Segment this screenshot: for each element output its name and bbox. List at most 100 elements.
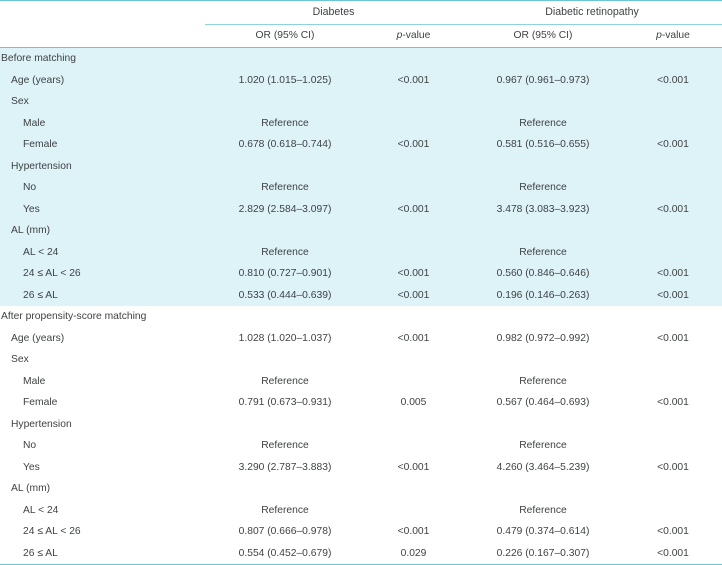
table-row: 24 ≤ AL < 26 0.807 (0.666–0.978) <0.001 0.4… (0, 521, 722, 543)
row-label: Sex (0, 91, 205, 113)
column-header-pvalue-retinopathy: p-value (624, 24, 722, 48)
column-header-pvalue-diabetes: p-value (365, 24, 462, 48)
cell-pvalue-retinopathy (624, 47, 722, 70)
cell-pvalue-retinopathy: <0.001 (624, 327, 722, 349)
cell-or-diabetes (205, 220, 365, 242)
cell-or-diabetes: Reference (205, 499, 365, 521)
table-row: AL < 24 Reference Reference (0, 499, 722, 521)
cell-or-retinopathy (462, 220, 624, 242)
cell-pvalue-diabetes (365, 499, 462, 521)
cell-or-diabetes (205, 155, 365, 177)
cell-or-diabetes (205, 91, 365, 113)
cell-pvalue-retinopathy (624, 499, 722, 521)
cell-or-diabetes: Reference (205, 241, 365, 263)
pvalue-suffix: -value (661, 30, 690, 41)
cell-pvalue-retinopathy: <0.001 (624, 521, 722, 543)
column-header-or-retinopathy: OR (95% CI) (462, 24, 624, 48)
cell-pvalue-diabetes: <0.001 (365, 521, 462, 543)
cell-pvalue-retinopathy: <0.001 (624, 542, 722, 565)
cell-pvalue-diabetes (365, 155, 462, 177)
row-label: Female (0, 392, 205, 414)
cell-pvalue-diabetes: 0.029 (365, 542, 462, 565)
cell-or-retinopathy: Reference (462, 435, 624, 457)
row-label: Male (0, 112, 205, 134)
table-row: Sex (0, 349, 722, 371)
row-label: Female (0, 134, 205, 156)
cell-or-diabetes (205, 47, 365, 70)
table-row: Male Reference Reference (0, 112, 722, 134)
row-label: Age (years) (0, 327, 205, 349)
cell-pvalue-diabetes: <0.001 (365, 327, 462, 349)
table-row: 26 ≤ AL 0.533 (0.444–0.639) <0.001 0.196 (0… (0, 284, 722, 306)
row-label: 26 ≤ AL (0, 542, 205, 565)
cell-or-retinopathy: 0.479 (0.374–0.614) (462, 521, 624, 543)
cell-pvalue-diabetes: <0.001 (365, 69, 462, 91)
cell-pvalue-diabetes: <0.001 (365, 284, 462, 306)
cell-pvalue-diabetes: <0.001 (365, 198, 462, 220)
cell-or-retinopathy (462, 478, 624, 500)
cell-pvalue-diabetes: 0.005 (365, 392, 462, 414)
cell-pvalue-retinopathy (624, 435, 722, 457)
cell-or-retinopathy: 0.560 (0.846–0.646) (462, 263, 624, 285)
row-label: Yes (0, 456, 205, 478)
cell-pvalue-diabetes (365, 47, 462, 70)
cell-or-retinopathy: Reference (462, 177, 624, 199)
table-row: Hypertension (0, 413, 722, 435)
cell-or-diabetes: 3.290 (2.787–3.883) (205, 456, 365, 478)
cell-or-retinopathy (462, 413, 624, 435)
cell-or-diabetes: 1.020 (1.015–1.025) (205, 69, 365, 91)
cell-pvalue-diabetes (365, 478, 462, 500)
cell-pvalue-retinopathy (624, 478, 722, 500)
table-row: 26 ≤ AL 0.554 (0.452–0.679) 0.029 0.226 (0.… (0, 542, 722, 565)
cell-pvalue-retinopathy: <0.001 (624, 198, 722, 220)
odds-ratio-table: Diabetes Diabetic retinopathy OR (95% CI… (0, 0, 722, 565)
cell-pvalue-diabetes (365, 413, 462, 435)
cell-pvalue-retinopathy (624, 112, 722, 134)
cell-pvalue-retinopathy (624, 413, 722, 435)
cell-pvalue-diabetes: <0.001 (365, 263, 462, 285)
table-row: Age (years) 1.020 (1.015–1.025) <0.001 0.96… (0, 69, 722, 91)
row-label: Male (0, 370, 205, 392)
table-row: No Reference Reference (0, 435, 722, 457)
row-label: 26 ≤ AL (0, 284, 205, 306)
table-row: No Reference Reference (0, 177, 722, 199)
table-row: Sex (0, 91, 722, 113)
table-row: AL (mm) (0, 478, 722, 500)
cell-pvalue-diabetes (365, 370, 462, 392)
cell-or-diabetes: Reference (205, 370, 365, 392)
cell-pvalue-diabetes (365, 220, 462, 242)
cell-or-retinopathy: 0.967 (0.961–0.973) (462, 69, 624, 91)
cell-pvalue-diabetes (365, 349, 462, 371)
table-row: Hypertension (0, 155, 722, 177)
cell-or-retinopathy: Reference (462, 370, 624, 392)
cell-or-retinopathy: Reference (462, 241, 624, 263)
column-header-or-diabetes: OR (95% CI) (205, 24, 365, 48)
cell-or-retinopathy (462, 349, 624, 371)
cell-pvalue-diabetes (365, 435, 462, 457)
cell-or-retinopathy: 4.260 (3.464–5.239) (462, 456, 624, 478)
cell-or-retinopathy: 0.581 (0.516–0.655) (462, 134, 624, 156)
cell-or-diabetes: Reference (205, 435, 365, 457)
cell-pvalue-retinopathy: <0.001 (624, 284, 722, 306)
cell-or-diabetes: 0.807 (0.666–0.978) (205, 521, 365, 543)
cell-or-retinopathy (462, 91, 624, 113)
row-label: AL < 24 (0, 499, 205, 521)
cell-or-diabetes: Reference (205, 112, 365, 134)
cell-or-diabetes: Reference (205, 177, 365, 199)
row-label: No (0, 435, 205, 457)
cell-pvalue-diabetes (365, 241, 462, 263)
cell-or-diabetes: 0.791 (0.673–0.931) (205, 392, 365, 414)
column-header-row: OR (95% CI) p-value OR (95% CI) p-value (0, 24, 722, 48)
cell-pvalue-diabetes (365, 112, 462, 134)
table-header: Diabetes Diabetic retinopathy OR (95% CI… (0, 0, 722, 48)
statistics-table-container: Diabetes Diabetic retinopathy OR (95% CI… (0, 0, 722, 565)
table-row: Yes 2.829 (2.584–3.097) <0.001 3.478 (3.083… (0, 198, 722, 220)
row-label: AL < 24 (0, 241, 205, 263)
table-body: Before matching Age (years) 1.020 (1.015–1… (0, 47, 722, 565)
row-label: Age (years) (0, 69, 205, 91)
row-label: 24 ≤ AL < 26 (0, 263, 205, 285)
row-label: Sex (0, 349, 205, 371)
cell-or-retinopathy: Reference (462, 112, 624, 134)
cell-or-diabetes: 0.533 (0.444–0.639) (205, 284, 365, 306)
table-row: Female 0.791 (0.673–0.931) 0.005 0.567 (0.4… (0, 392, 722, 414)
